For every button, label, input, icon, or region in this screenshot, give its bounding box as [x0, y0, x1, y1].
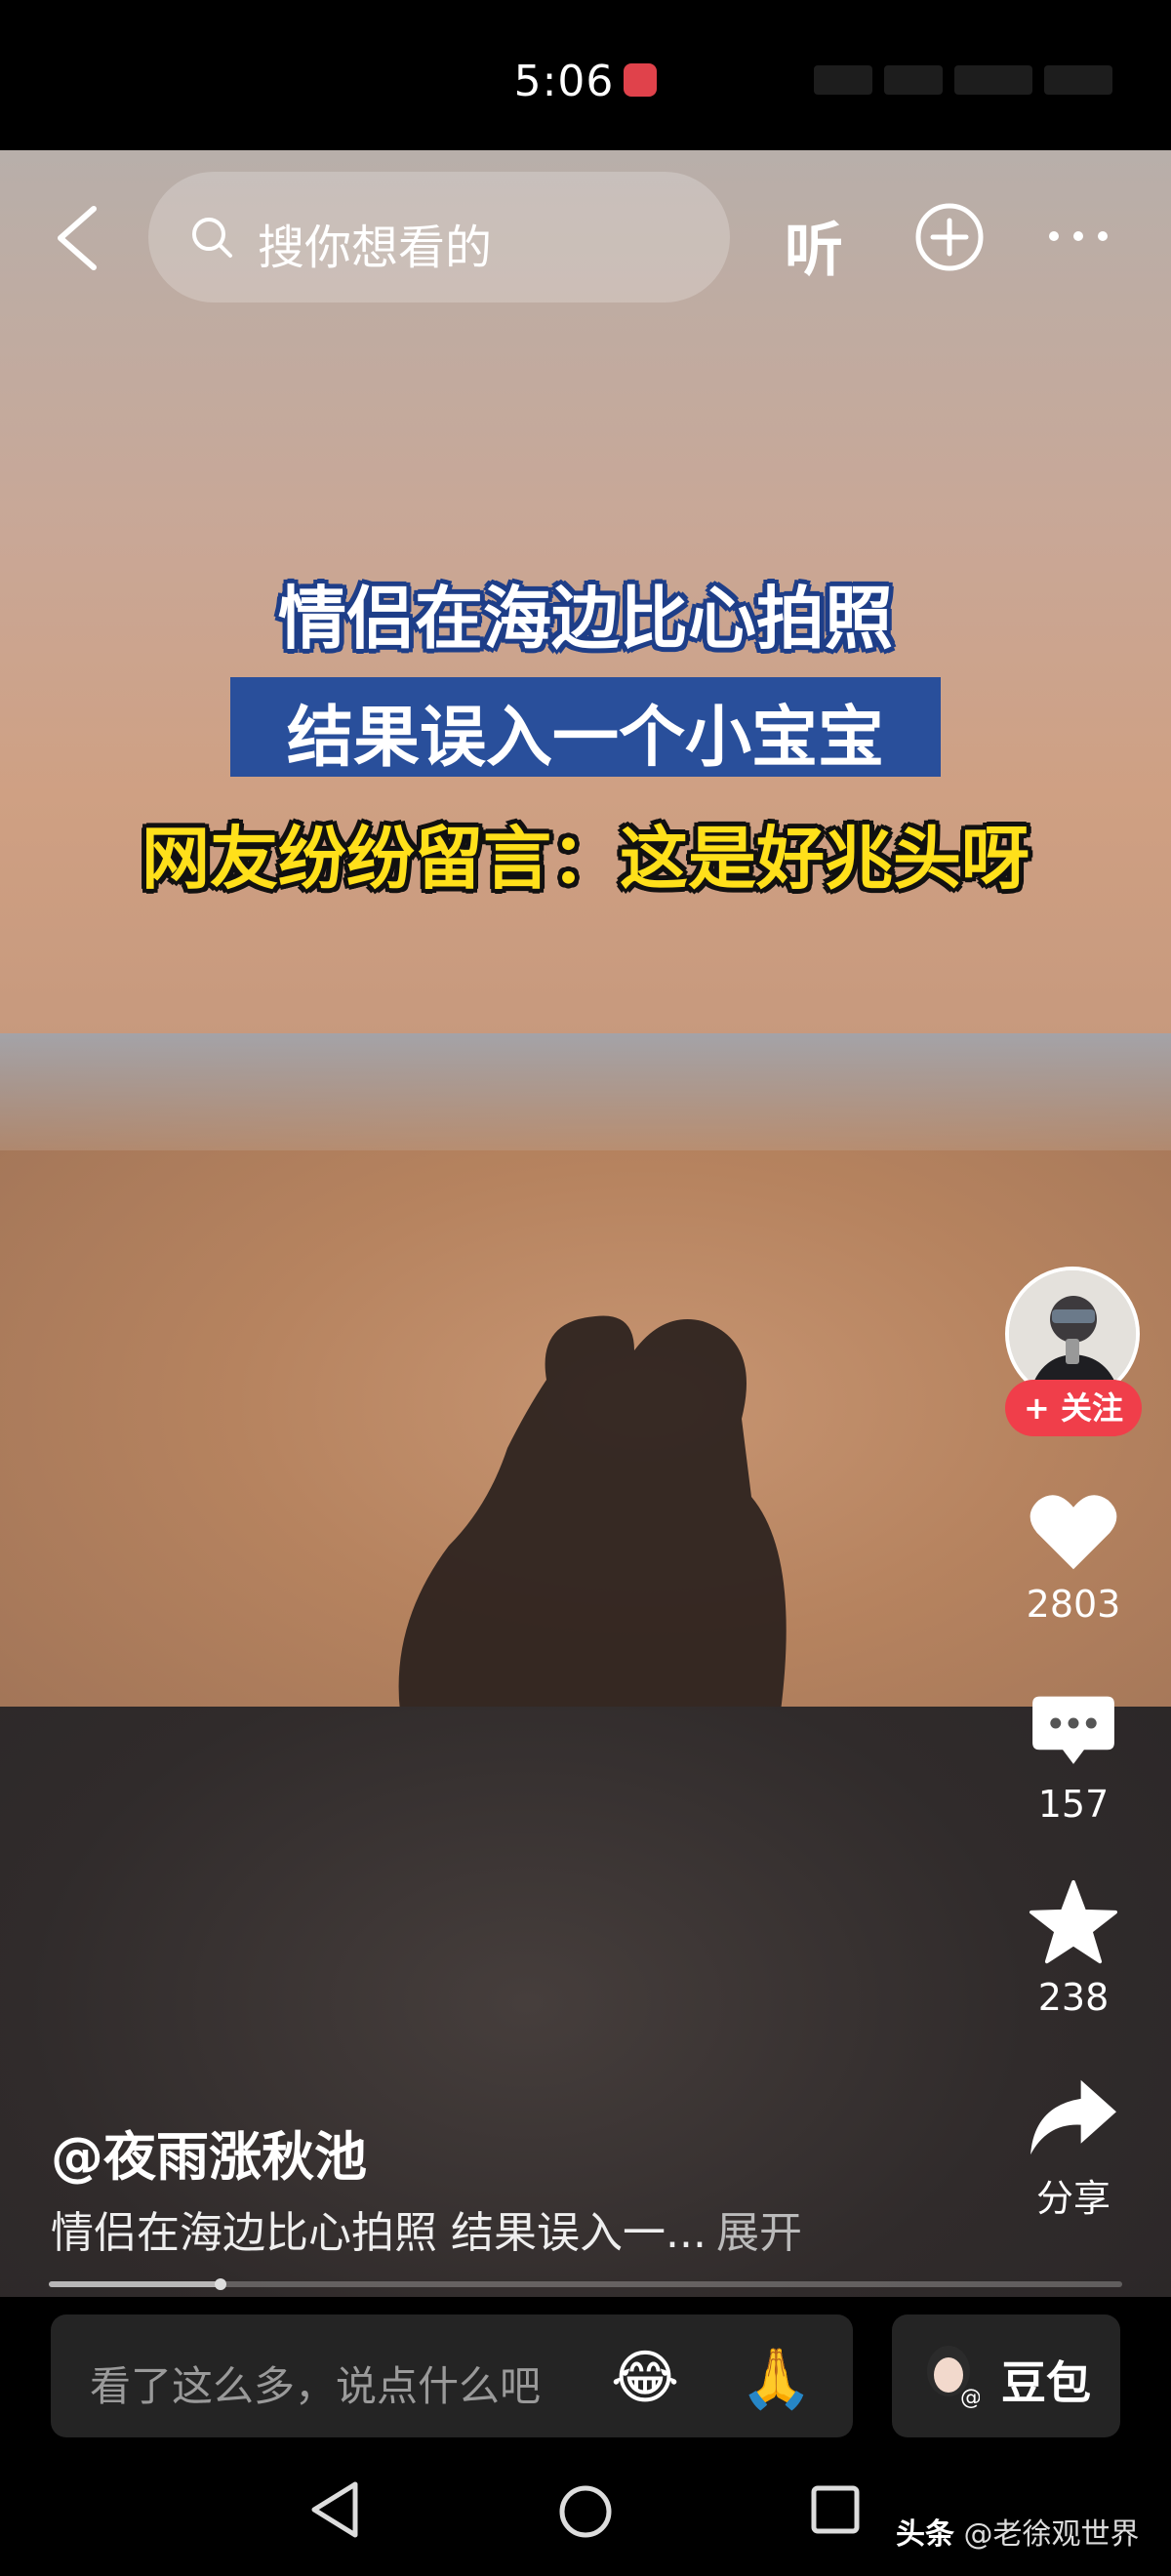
- comment-button[interactable]: 157: [1015, 1693, 1132, 1826]
- battery-icon: [1044, 65, 1112, 95]
- heart-icon: [1030, 1495, 1117, 1570]
- favorite-count: 238: [1037, 1976, 1110, 2019]
- add-circle-icon[interactable]: [913, 201, 986, 273]
- status-info-icon: [954, 65, 1032, 95]
- status-icons: [790, 60, 1112, 100]
- doubao-button[interactable]: @ 豆包: [892, 2314, 1120, 2437]
- listen-button[interactable]: 听: [785, 203, 843, 288]
- shadow-couple-image: [398, 1315, 787, 1711]
- praying-emoji-button[interactable]: 🙏: [740, 2344, 813, 2413]
- video-caption-line-1: 情侣在海边比心拍照: [278, 579, 893, 659]
- share-label: 分享: [1035, 2177, 1110, 2220]
- share-button[interactable]: 分享: [1015, 2074, 1132, 2222]
- comment-input[interactable]: 看了这么多，说点什么吧 😂 🙏: [51, 2314, 853, 2437]
- nav-recent-apps-icon[interactable]: [810, 2484, 861, 2535]
- like-count: 2803: [1026, 1583, 1121, 1626]
- favorite-button[interactable]: 238: [1015, 1878, 1132, 2019]
- comment-placeholder: 看了这么多，说点什么吧: [90, 2362, 542, 2410]
- video-caption-line-3: 网友纷纷留言：这是好兆头呀: [141, 819, 1030, 899]
- comment-icon: [1032, 1696, 1114, 1764]
- description-text: 情侣在海边比心拍照 结果误入一...: [51, 2208, 707, 2258]
- share-icon: [1030, 2079, 1116, 2155]
- doubao-label: 豆包: [1001, 2356, 1091, 2409]
- doubao-avatar-icon: @: [927, 2346, 980, 2410]
- notification-icon: [624, 63, 658, 97]
- status-bar: 5:06: [0, 0, 1171, 150]
- progress-fill: [49, 2281, 221, 2287]
- signal-icon: [814, 65, 872, 95]
- progress-handle[interactable]: [215, 2278, 226, 2290]
- avatar-image: [1009, 1270, 1136, 1397]
- nav-home-icon[interactable]: [558, 2484, 613, 2539]
- wave-edge: [0, 1033, 1171, 1150]
- watermark: 头条 @老徐观世界: [896, 2517, 1140, 2552]
- like-button[interactable]: 2803: [1015, 1491, 1132, 1626]
- comment-count: 157: [1037, 1783, 1110, 1826]
- nav-back-icon[interactable]: [308, 2478, 361, 2541]
- back-icon[interactable]: [51, 203, 109, 273]
- svg-text:@: @: [960, 2386, 980, 2410]
- video-player[interactable]: [0, 150, 1171, 2297]
- wifi-icon: [884, 65, 943, 95]
- video-caption-line-2: 结果误入一个小宝宝: [286, 700, 884, 777]
- follow-button[interactable]: + 关注: [1005, 1380, 1142, 1436]
- search-input[interactable]: 搜你想看的: [148, 172, 730, 302]
- expand-link[interactable]: 展开: [716, 2208, 802, 2258]
- more-icon[interactable]: [1044, 215, 1112, 258]
- video-progress-bar[interactable]: [49, 2278, 1122, 2290]
- star-icon: [1030, 1879, 1117, 1964]
- video-description[interactable]: 情侣在海边比心拍照 结果误入一... 展开: [51, 2197, 802, 2260]
- laughing-emoji-button[interactable]: 😂: [611, 2344, 679, 2412]
- author-name[interactable]: @夜雨涨秋池: [51, 2113, 367, 2191]
- search-placeholder: 搜你想看的: [258, 221, 493, 275]
- search-icon: [192, 218, 232, 258]
